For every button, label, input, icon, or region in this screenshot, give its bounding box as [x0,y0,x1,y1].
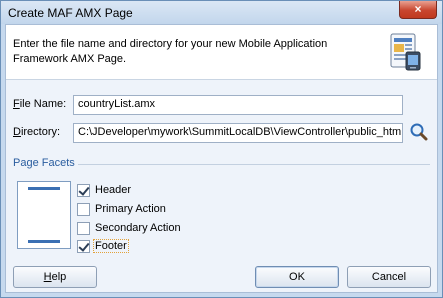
title-bar[interactable]: Create MAF AMX Page × [1,1,442,24]
close-button[interactable]: × [399,1,437,19]
file-name-label: File Name: [13,98,67,110]
header-checkbox[interactable] [77,184,90,197]
header-description: Enter the file name and directory for yo… [13,38,328,65]
mobile-page-icon [390,33,421,71]
ok-button[interactable]: OK [255,266,339,288]
cancel-button[interactable]: Cancel [347,266,431,288]
primary-action-checkbox-label: Primary Action [95,203,166,215]
help-button[interactable]: Help [13,266,97,288]
primary-action-checkbox[interactable] [77,203,90,216]
facet-preview-header-bar [28,187,60,190]
facet-preview-footer-bar [28,240,60,243]
footer-checkbox-label: Footer [93,239,129,253]
header-panel: Enter the file name and directory for yo… [6,25,437,80]
create-amx-page-dialog: Create MAF AMX Page × Enter the file nam… [0,0,443,298]
close-icon: × [414,2,422,16]
footer-checkbox[interactable] [77,240,90,253]
section-divider [78,164,430,165]
directory-field[interactable]: C:\JDeveloper\mywork\SummitLocalDB\ViewC… [73,123,403,143]
window-title: Create MAF AMX Page [8,6,133,20]
page-facets-title: Page Facets [13,157,75,169]
secondary-action-checkbox[interactable] [77,222,90,235]
file-name-field[interactable]: countryList.amx [73,95,403,115]
facet-preview [17,181,71,249]
magnifier-icon[interactable] [409,122,429,142]
secondary-action-checkbox-label: Secondary Action [95,222,181,234]
dialog-body: Enter the file name and directory for yo… [5,24,438,293]
header-checkbox-label: Header [95,184,132,196]
directory-label: Directory: [13,126,61,138]
